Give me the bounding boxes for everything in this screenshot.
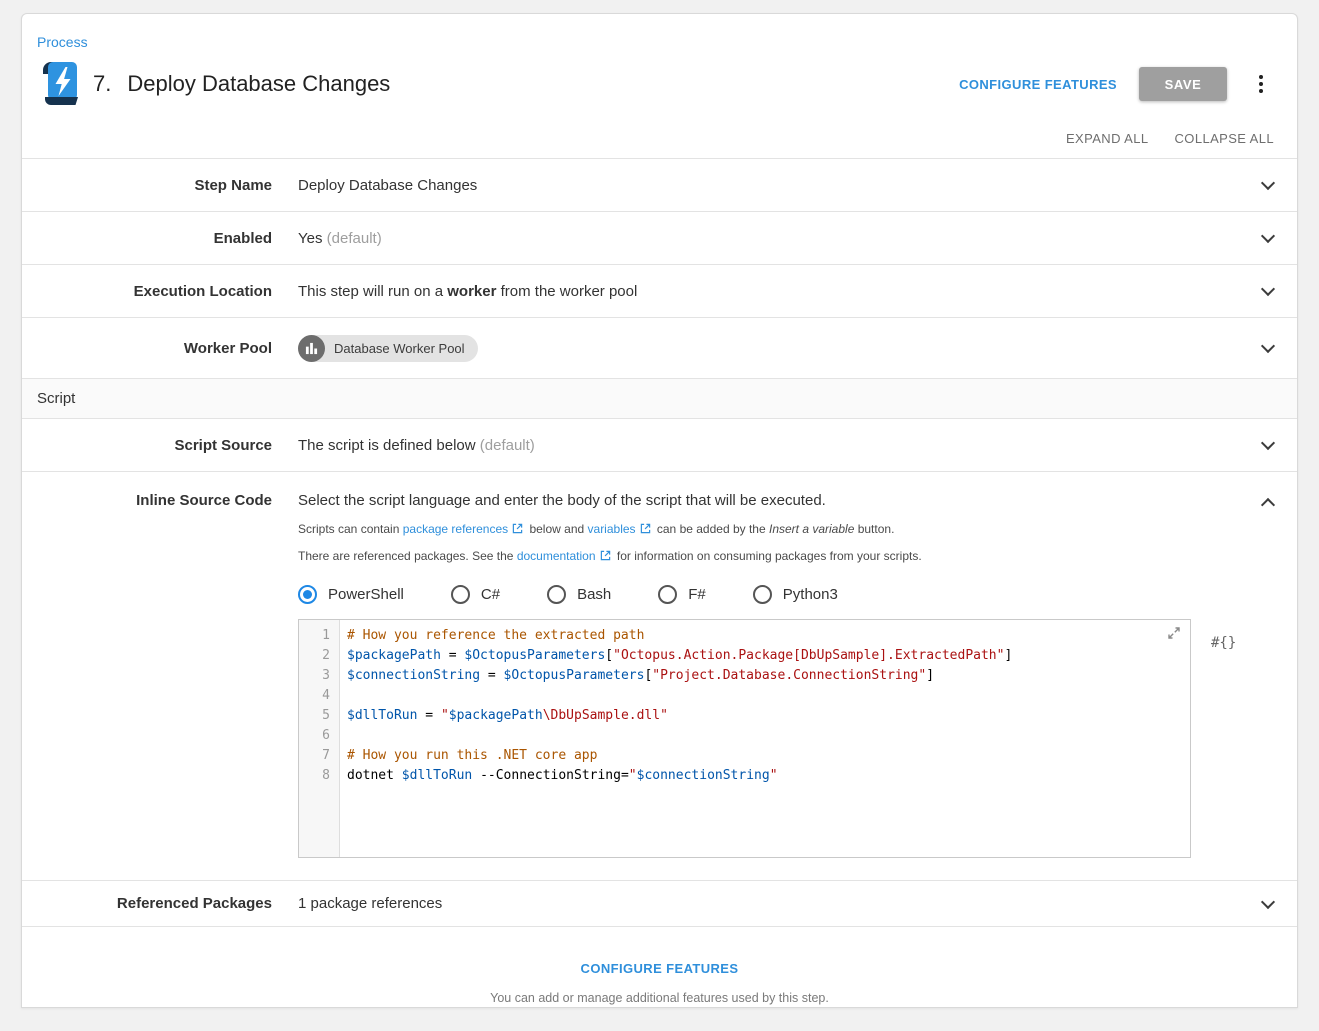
line-number: 8 [299, 766, 330, 786]
chevron-down-icon[interactable] [1261, 176, 1275, 190]
inline-source-intro: Select the script language and enter the… [298, 492, 1239, 509]
chevron-down-icon[interactable] [1261, 339, 1275, 353]
field-label: Enabled [22, 230, 298, 247]
inline-source-notes: Scripts can contain package references b… [298, 522, 1239, 563]
inline-source-content: Select the script language and enter the… [298, 492, 1239, 858]
chevron-down-icon[interactable] [1261, 894, 1275, 908]
radio-unselected-icon[interactable] [658, 585, 677, 604]
external-link-icon [512, 523, 523, 534]
editor-block: 12345678 # How you reference the extract… [298, 619, 1239, 858]
line-number: 7 [299, 746, 330, 766]
header-actions: CONFIGURE FEATURES SAVE [959, 67, 1273, 101]
language-radio-python3[interactable]: Python3 [753, 585, 838, 604]
editor-code[interactable]: # How you reference the extracted path$p… [340, 620, 1190, 857]
configure-features-link[interactable]: CONFIGURE FEATURES [959, 77, 1117, 92]
field-label: Step Name [22, 177, 298, 194]
code-line [347, 726, 1190, 746]
card-header: Process 7. Deploy Database Changes CONFI… [22, 14, 1297, 109]
code-line: dotnet $dllToRun --ConnectionString="$co… [347, 766, 1190, 786]
default-hint: (default) [327, 230, 382, 247]
external-link-icon [600, 550, 611, 561]
breadcrumb[interactable]: Process [37, 34, 1273, 50]
chevron-up-icon[interactable] [1261, 498, 1275, 512]
line-number: 1 [299, 626, 330, 646]
line-number: 2 [299, 646, 330, 666]
radio-unselected-icon[interactable] [451, 585, 470, 604]
radio-label: F# [688, 586, 706, 603]
line-number: 6 [299, 726, 330, 746]
footer-section: CONFIGURE FEATURES You can add or manage… [22, 926, 1297, 1005]
language-radios: PowerShell C# Bash F# Python3 [298, 585, 1239, 604]
radio-label: PowerShell [328, 586, 404, 603]
row-execution-location[interactable]: Execution Location This step will run on… [22, 264, 1297, 317]
worker-pool-chip: Database Worker Pool [298, 335, 478, 362]
field-label: Script Source [22, 437, 298, 454]
insert-variable-button[interactable]: #{} [1211, 635, 1236, 657]
row-referenced-packages[interactable]: Referenced Packages 1 package references [22, 880, 1297, 926]
radio-selected-icon[interactable] [298, 585, 317, 604]
code-line: $dllToRun = "$packagePath\DbUpSample.dll… [347, 706, 1190, 726]
row-enabled[interactable]: Enabled Yes (default) [22, 211, 1297, 264]
save-button[interactable]: SAVE [1139, 67, 1227, 101]
language-radio-f[interactable]: F# [658, 585, 706, 604]
chevron-down-icon[interactable] [1261, 436, 1275, 450]
step-number: 7. [93, 71, 111, 97]
language-radio-bash[interactable]: Bash [547, 585, 611, 604]
radio-label: C# [481, 586, 500, 603]
expand-all-button[interactable]: EXPAND ALL [1066, 131, 1149, 146]
code-line: $packagePath = $OctopusParameters["Octop… [347, 646, 1190, 666]
row-script-source[interactable]: Script Source The script is defined belo… [22, 418, 1297, 471]
section-header-script: Script [22, 378, 1297, 418]
page-title: Deploy Database Changes [127, 71, 390, 97]
radio-label: Python3 [783, 586, 838, 603]
field-label: Execution Location [22, 283, 298, 300]
chevron-down-icon[interactable] [1261, 282, 1275, 296]
chevron-down-icon[interactable] [1261, 229, 1275, 243]
field-label: Worker Pool [22, 340, 298, 357]
expand-collapse-bar: EXPAND ALL COLLAPSE ALL [22, 109, 1297, 158]
inline-link[interactable]: package references [403, 522, 508, 536]
field-label: Referenced Packages [22, 895, 298, 912]
inline-link[interactable]: documentation [517, 549, 596, 563]
radio-unselected-icon[interactable] [547, 585, 566, 604]
field-label: Inline Source Code [22, 492, 298, 509]
field-value: Deploy Database Changes [298, 177, 1239, 194]
overflow-menu-icon[interactable] [1249, 72, 1273, 96]
field-value: 1 package references [298, 895, 1239, 912]
code-line: # How you reference the extracted path [347, 626, 1190, 646]
code-line: # How you run this .NET core app [347, 746, 1190, 766]
configure-features-footer-link[interactable]: CONFIGURE FEATURES [22, 961, 1297, 976]
code-line: $connectionString = $OctopusParameters["… [347, 666, 1190, 686]
row-inline-source-code: Inline Source Code Select the script lan… [22, 471, 1297, 880]
fullscreen-icon[interactable] [1167, 626, 1181, 640]
note-line: Scripts can contain package references b… [298, 522, 1239, 536]
script-step-icon [41, 61, 83, 107]
inline-link[interactable]: variables [588, 522, 636, 536]
language-radio-powershell[interactable]: PowerShell [298, 585, 404, 604]
field-value: The script is defined below (default) [298, 437, 1239, 454]
line-number: 5 [299, 706, 330, 726]
line-number: 3 [299, 666, 330, 686]
title-row: 7. Deploy Database Changes CONFIGURE FEA… [37, 59, 1273, 109]
radio-label: Bash [577, 586, 611, 603]
row-worker-pool[interactable]: Worker Pool Database Worker Pool [22, 317, 1297, 378]
code-line [347, 686, 1190, 706]
field-value: This step will run on a worker from the … [298, 283, 1239, 300]
step-editor-card: Process 7. Deploy Database Changes CONFI… [21, 13, 1298, 1008]
footer-hint: You can add or manage additional feature… [22, 991, 1297, 1005]
line-number: 4 [299, 686, 330, 706]
language-radio-c[interactable]: C# [451, 585, 500, 604]
worker-pool-chip-label: Database Worker Pool [334, 341, 465, 356]
radio-unselected-icon[interactable] [753, 585, 772, 604]
field-value: Database Worker Pool [298, 335, 1239, 362]
worker-pool-icon [298, 335, 325, 362]
default-hint: (default) [480, 437, 535, 454]
editor-gutter: 12345678 [299, 620, 340, 857]
code-editor[interactable]: 12345678 # How you reference the extract… [298, 619, 1191, 858]
note-line: There are referenced packages. See the d… [298, 549, 1239, 563]
external-link-icon [640, 523, 651, 534]
collapse-all-button[interactable]: COLLAPSE ALL [1175, 131, 1274, 146]
row-step-name[interactable]: Step Name Deploy Database Changes [22, 158, 1297, 211]
field-value: Yes (default) [298, 230, 1239, 247]
